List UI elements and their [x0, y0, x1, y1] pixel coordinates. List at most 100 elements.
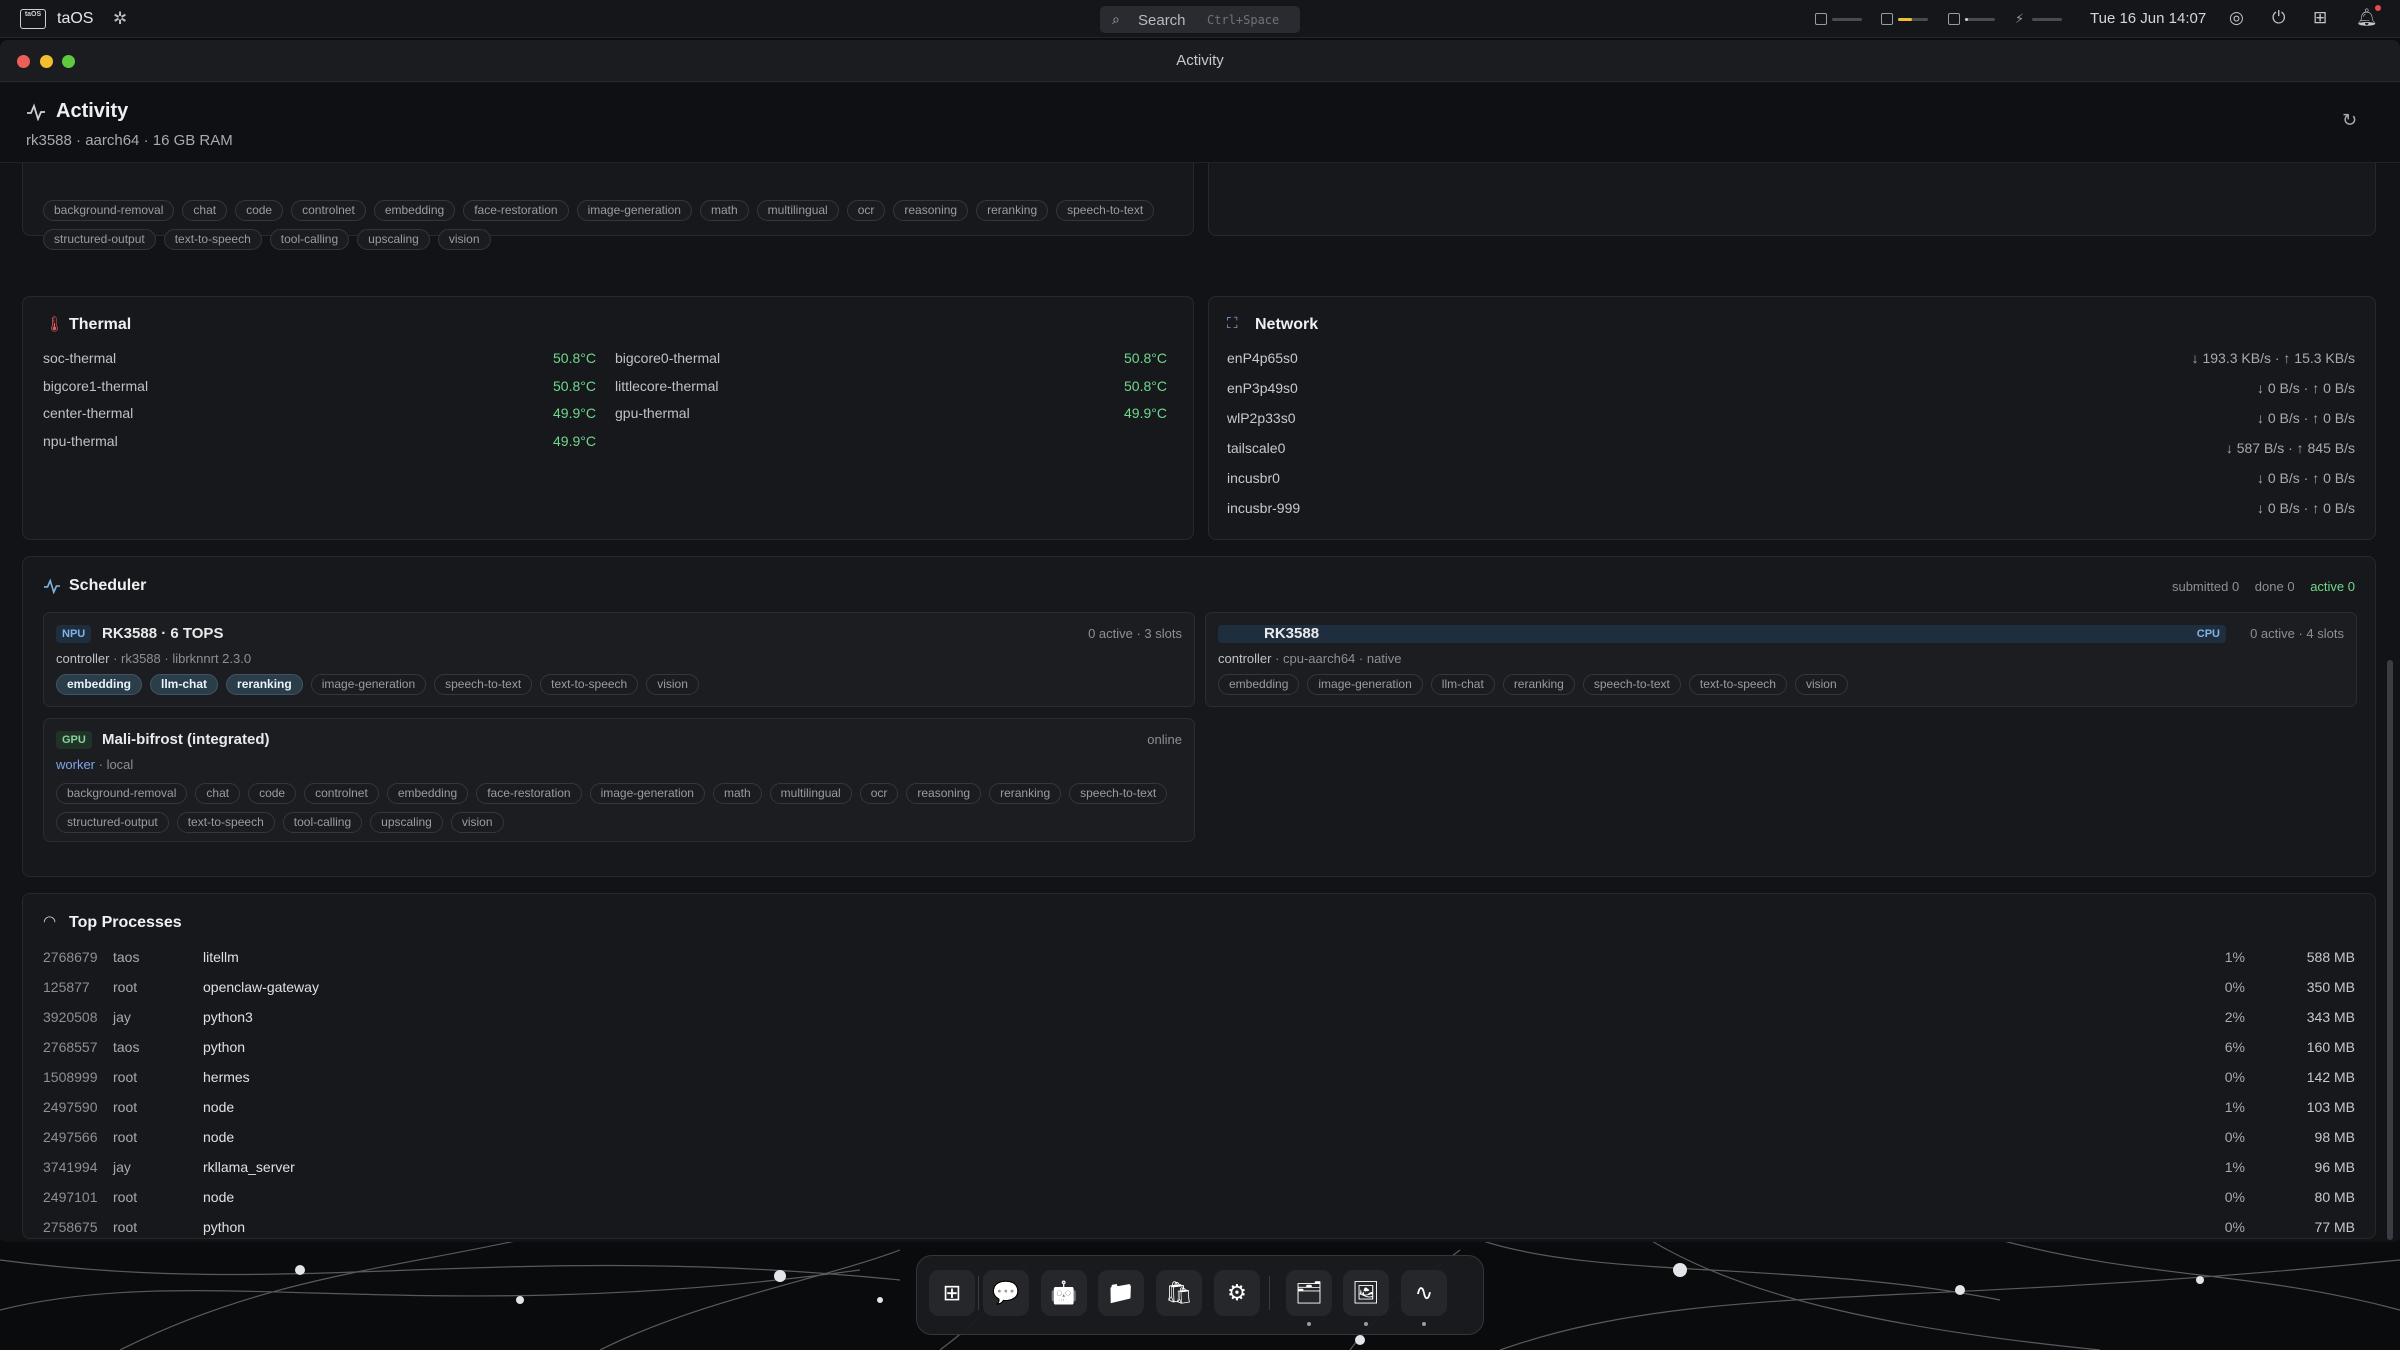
dock-files-button[interactable]: 📁: [1098, 1270, 1144, 1316]
cpu-status: 0 active · 4 slots: [2250, 626, 2344, 641]
memory-meter[interactable]: [1881, 13, 1929, 25]
process-cmd: python: [203, 1039, 246, 1055]
taos-logo-icon[interactable]: taOS: [20, 9, 46, 29]
dock-store-button[interactable]: 🛍: [1156, 1270, 1202, 1316]
process-row[interactable]: 2497566 root node 0% 98 MB: [23, 1129, 2375, 1159]
process-row[interactable]: 2497101 root node 0% 80 MB: [23, 1189, 2375, 1219]
interface-rate: ↓ 0 B/s · ↑ 0 B/s: [2256, 380, 2355, 396]
dock-settings-button[interactable]: ⚙: [1214, 1270, 1260, 1316]
window-title: Activity: [1176, 52, 1224, 69]
capability-chip: code: [235, 200, 284, 221]
process-row[interactable]: 2768679 taos litellm 1% 588 MB: [23, 949, 2375, 979]
process-row[interactable]: 125877 root openclaw-gateway 0% 350 MB: [23, 979, 2375, 1009]
capability-chips: background-removal chat code controlnet embe…: [43, 200, 1162, 221]
capability-chip: background-removal: [56, 783, 188, 804]
refresh-icon[interactable]: ↻: [2342, 110, 2357, 131]
dock-chat-button[interactable]: 💬: [983, 1270, 1029, 1316]
gpu-capability-chips: structured-output text-to-speech tool-call…: [56, 812, 512, 833]
app-dock: ⊞ 💬 🤖 📁 🛍 ⚙ 🗂 🖼 ∿: [916, 1255, 1484, 1335]
disk-icon: [1948, 13, 1960, 25]
process-row[interactable]: 2497590 root node 1% 103 MB: [23, 1099, 2375, 1129]
capability-chip: controlnet: [291, 200, 366, 221]
gpu-backend[interactable]: GPU Mali-bifrost (integrated) online wor…: [43, 718, 1195, 842]
content-scrollbar[interactable]: [2387, 660, 2393, 1240]
thermometer-icon: 🌡︎: [45, 316, 65, 333]
running-indicator: [1364, 1322, 1368, 1326]
capability-chip: reasoning: [906, 783, 982, 804]
process-pid: 1508999: [43, 1069, 98, 1085]
clock[interactable]: Tue 16 Jun 14:07: [2090, 10, 2206, 27]
cpu-backend[interactable]: CPU RK3588 0 active · 4 slots controller…: [1205, 612, 2357, 707]
app-grid-icon[interactable]: ⊞: [2313, 8, 2327, 28]
process-pid: 2758675: [43, 1219, 98, 1235]
process-row[interactable]: 3920508 jay python3 2% 343 MB: [23, 1009, 2375, 1039]
capability-chip: llm-chat: [150, 674, 219, 695]
process-row[interactable]: 1508999 root hermes 0% 142 MB: [23, 1069, 2375, 1099]
capability-chip: image-generation: [310, 674, 427, 695]
sparkle-icon[interactable]: ✲: [113, 9, 127, 29]
disk-meter[interactable]: [1948, 13, 1996, 25]
search-shortcut: Ctrl+Space: [1207, 13, 1280, 27]
capability-chip: tool-calling: [269, 229, 350, 250]
activity-content[interactable]: background-removal chat code controlnet embe…: [0, 163, 2384, 1242]
page-title: Activity: [56, 100, 129, 122]
thermal-sensor-value: 50.8°C: [1124, 350, 1167, 366]
os-name[interactable]: taOS: [57, 10, 93, 28]
process-cpu: 1%: [2224, 1099, 2245, 1115]
system-top-bar: taOS taOS ✲ ⌕ Search Ctrl+Space ⚡ Tue 16…: [0, 0, 2400, 38]
shopping-bag-icon: 🛍: [1165, 1280, 1193, 1305]
memory-icon: [1881, 13, 1893, 25]
process-row[interactable]: 2768557 taos python 6% 160 MB: [23, 1039, 2375, 1069]
dock-activity-button[interactable]: ∿: [1401, 1270, 1447, 1316]
thermal-sensor-value: 50.8°C: [1124, 377, 1167, 394]
dock-agents-button[interactable]: 🤖: [1041, 1270, 1087, 1316]
capability-chip: structured-output: [56, 812, 169, 833]
gauge-icon: ◠: [43, 913, 57, 930]
window-titlebar[interactable]: Activity: [0, 40, 2400, 82]
npu-meta: controller · rk3588 · librknnrt 2.3.0: [56, 651, 251, 666]
process-row[interactable]: 2758675 root python 0% 77 MB: [23, 1219, 2375, 1242]
process-cpu: 0%: [2224, 1069, 2245, 1085]
bell-icon[interactable]: 🔔︎: [2356, 8, 2378, 28]
capability-chip: vision: [450, 812, 504, 833]
dock-models-button[interactable]: 🗂: [1286, 1270, 1332, 1316]
process-cpu: 0%: [2224, 1189, 2245, 1205]
interface-rate: ↓ 0 B/s · ↑ 0 B/s: [2256, 410, 2355, 426]
cpu-runtime: · cpu-aarch64 · native: [1271, 651, 1402, 666]
npu-backend[interactable]: NPU RK3588 · 6 TOPS 0 active · 3 slots c…: [43, 612, 1195, 707]
gpu-name: Mali-bifrost (integrated): [102, 731, 270, 748]
process-mem: 350 MB: [2306, 979, 2355, 995]
capability-chip: upscaling: [370, 812, 443, 833]
global-search-button[interactable]: ⌕ Search Ctrl+Space: [1100, 6, 1300, 33]
scheduler-card: Scheduler submitted 0 done 0 active 0 NP…: [22, 556, 2376, 877]
capability-chips: structured-output text-to-speech tool-call…: [43, 229, 499, 250]
process-cmd: openclaw-gateway: [203, 979, 319, 995]
npu-runtime: · rk3588 · librknnrt 2.3.0: [109, 651, 252, 666]
thermal-sensor-name: soc-thermal: [43, 350, 117, 366]
capability-chip: vision: [646, 674, 699, 695]
process-mem: 80 MB: [2314, 1189, 2355, 1205]
power-icon[interactable]: ⏻: [2272, 8, 2285, 28]
thermal-sensor-value: 50.8°C: [553, 350, 596, 366]
thermal-sensor-value: 49.9°C: [553, 432, 596, 449]
notification-badge: [2375, 5, 2381, 11]
process-user: jay: [113, 1009, 131, 1025]
capability-chip: reranking: [226, 674, 303, 695]
chat-bubble-icon: 💬: [992, 1280, 1020, 1305]
status-icon[interactable]: ◎: [2229, 8, 2244, 28]
power-meter[interactable]: ⚡: [2015, 12, 2063, 25]
process-mem: 98 MB: [2314, 1129, 2355, 1145]
capability-chip: speech-to-text: [434, 674, 533, 695]
process-row[interactable]: 3741994 jay rkllama_server 1% 96 MB: [23, 1159, 2375, 1189]
capability-chip: face-restoration: [463, 200, 569, 221]
capabilities-card: background-removal chat code controlnet embe…: [22, 163, 1194, 250]
capability-chip: text-to-speech: [163, 229, 262, 250]
cpu-meter[interactable]: [1815, 13, 1863, 25]
running-indicator: [1422, 1322, 1426, 1326]
dock-launcher-button[interactable]: ⊞: [929, 1270, 975, 1316]
capability-chip: reranking: [989, 783, 1062, 804]
gpu-location: · local: [95, 757, 134, 772]
pulse-icon: ∿: [1414, 1280, 1434, 1305]
dock-images-button[interactable]: 🖼: [1343, 1270, 1389, 1316]
stat-done: done 0: [2254, 579, 2295, 594]
